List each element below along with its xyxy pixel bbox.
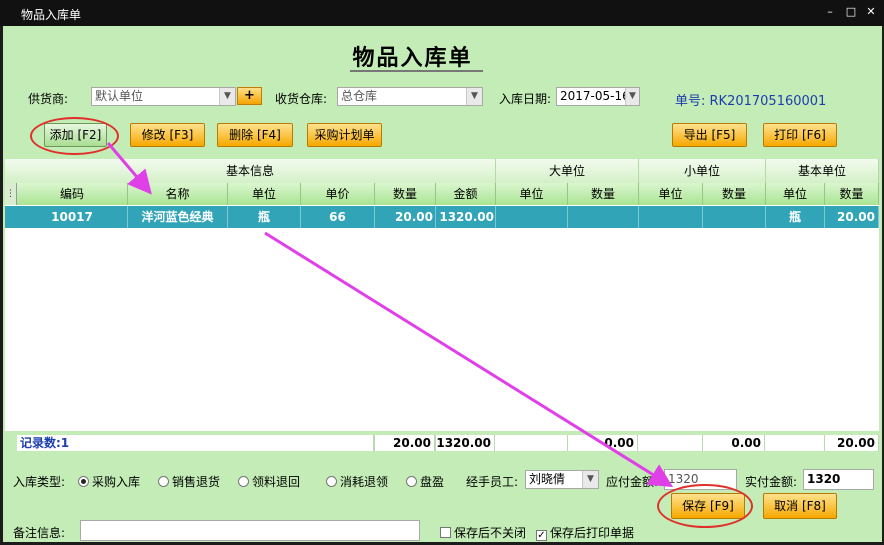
annotation-arrows [106, 142, 674, 488]
app-window: 物品入库单 – □ ✕ 物品入库单 供货商: 默认单位 ▼ + 收货仓库: 总仓… [0, 0, 884, 545]
arrow-to-save [264, 231, 674, 488]
arrow-to-row [106, 142, 152, 195]
